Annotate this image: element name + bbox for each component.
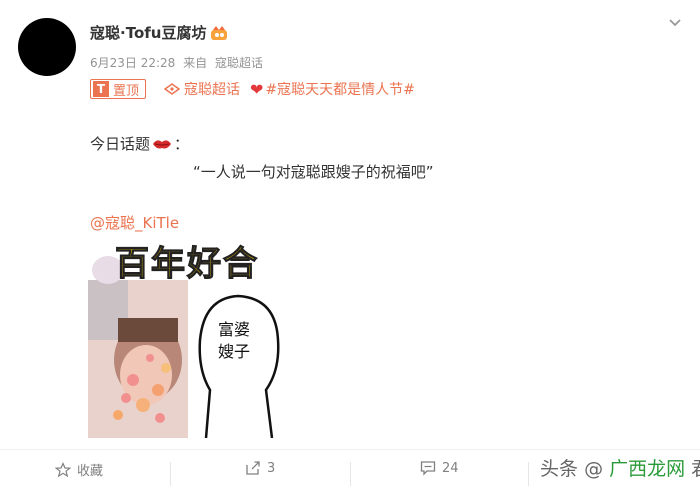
super-topic-icon — [164, 83, 181, 95]
watermark-suffix: 君 — [691, 458, 700, 480]
tag-row: T 置顶 寇聪超话 ❤ #寇聪天天都是情人节# — [90, 79, 415, 99]
repost-count: 3 — [267, 460, 276, 476]
super-topic-link[interactable]: 寇聪超话 — [164, 79, 240, 99]
watermark-prefix: 头条 — [540, 458, 579, 480]
bubble-line2: 嫂子 — [218, 342, 251, 361]
post-source[interactable]: 寇聪超话 — [215, 56, 263, 70]
source-prefix: 来自 — [183, 56, 208, 70]
favorite-button[interactable]: 收藏 — [55, 460, 103, 479]
mention-link[interactable]: @寇聪_KiTle — [90, 212, 179, 233]
hashtag-link[interactable]: #寇聪天天都是情人节# — [265, 79, 414, 99]
watermark-sep: @ — [584, 458, 604, 480]
bubble-line1: 富婆 — [218, 320, 251, 339]
image-title: 百年好合 — [114, 243, 259, 284]
repost-button[interactable]: 3 — [245, 460, 275, 476]
username[interactable]: 寇聪·Tofu豆腐坊 — [90, 22, 206, 43]
heart-icon: ❤ — [250, 79, 264, 99]
action-separator — [350, 462, 351, 486]
pin-icon: T — [93, 81, 109, 97]
avatar[interactable] — [18, 18, 76, 76]
comment-count: 24 — [442, 460, 459, 476]
post-text-line2: “一人说一句对寇聪跟嫂子的祝福吧” — [193, 163, 434, 181]
repost-icon — [246, 461, 260, 475]
action-separator — [170, 462, 171, 486]
comment-button[interactable]: 24 — [420, 460, 459, 476]
comment-icon — [420, 461, 436, 476]
pinned-label: 置顶 — [113, 83, 140, 99]
post-meta: 6月23日 22:28 来自 寇聪超话 — [90, 54, 267, 71]
watermark-accent: 广西龙网 — [609, 458, 686, 480]
watermark: 头条 @ 广西龙网 君 — [540, 454, 700, 481]
chevron-down-icon[interactable] — [668, 16, 682, 30]
lips-emoji-icon — [153, 139, 172, 148]
post-date[interactable]: 6月23日 22:28 — [90, 56, 175, 70]
star-icon — [55, 461, 71, 477]
action-bar-divider — [0, 449, 700, 450]
topic-prefix: 今日话题 — [90, 135, 151, 153]
post-text-line1: 今日话题 ： — [90, 133, 189, 154]
post-image[interactable]: 百年好合 富婆 嫂子 — [88, 240, 286, 438]
topic-colon: ： — [174, 135, 190, 153]
pinned-badge: T 置顶 — [90, 79, 147, 99]
action-separator — [528, 462, 529, 486]
super-topic-label: 寇聪超话 — [184, 82, 241, 98]
vip-crown-icon — [211, 25, 228, 40]
user-header: 寇聪·Tofu豆腐坊 — [90, 22, 228, 43]
favorite-label: 收藏 — [77, 464, 104, 479]
